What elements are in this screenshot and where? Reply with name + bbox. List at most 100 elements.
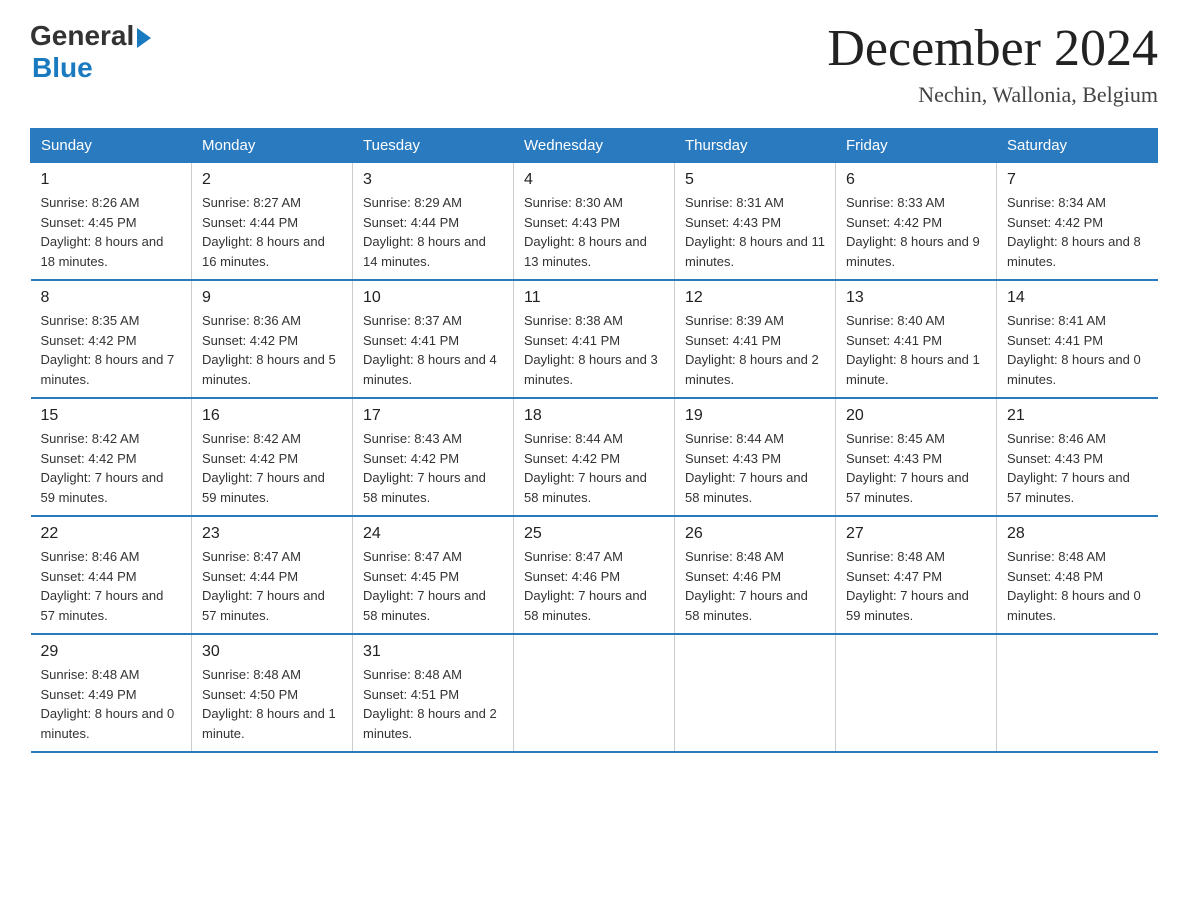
day-info: Sunrise: 8:48 AM Sunset: 4:47 PM Dayligh… xyxy=(846,547,986,625)
day-number: 11 xyxy=(524,289,664,307)
title-block: December 2024 Nechin, Wallonia, Belgium xyxy=(827,20,1158,108)
day-info: Sunrise: 8:43 AM Sunset: 4:42 PM Dayligh… xyxy=(363,429,503,507)
header-monday: Monday xyxy=(192,129,353,163)
day-info: Sunrise: 8:44 AM Sunset: 4:42 PM Dayligh… xyxy=(524,429,664,507)
day-number: 22 xyxy=(41,525,182,543)
day-number: 5 xyxy=(685,171,825,189)
day-info: Sunrise: 8:26 AM Sunset: 4:45 PM Dayligh… xyxy=(41,193,182,271)
day-info: Sunrise: 8:48 AM Sunset: 4:50 PM Dayligh… xyxy=(202,665,342,743)
day-number: 9 xyxy=(202,289,342,307)
day-number: 15 xyxy=(41,407,182,425)
header-wednesday: Wednesday xyxy=(514,129,675,163)
day-info: Sunrise: 8:41 AM Sunset: 4:41 PM Dayligh… xyxy=(1007,311,1148,389)
day-info: Sunrise: 8:48 AM Sunset: 4:48 PM Dayligh… xyxy=(1007,547,1148,625)
day-number: 6 xyxy=(846,171,986,189)
day-info: Sunrise: 8:46 AM Sunset: 4:44 PM Dayligh… xyxy=(41,547,182,625)
calendar-cell xyxy=(997,634,1158,752)
day-info: Sunrise: 8:47 AM Sunset: 4:44 PM Dayligh… xyxy=(202,547,342,625)
calendar-header-row: SundayMondayTuesdayWednesdayThursdayFrid… xyxy=(31,129,1158,163)
calendar-cell: 29 Sunrise: 8:48 AM Sunset: 4:49 PM Dayl… xyxy=(31,634,192,752)
day-info: Sunrise: 8:42 AM Sunset: 4:42 PM Dayligh… xyxy=(202,429,342,507)
day-info: Sunrise: 8:48 AM Sunset: 4:51 PM Dayligh… xyxy=(363,665,503,743)
day-number: 26 xyxy=(685,525,825,543)
calendar-cell: 23 Sunrise: 8:47 AM Sunset: 4:44 PM Dayl… xyxy=(192,516,353,634)
calendar-cell: 5 Sunrise: 8:31 AM Sunset: 4:43 PM Dayli… xyxy=(675,163,836,281)
day-number: 7 xyxy=(1007,171,1148,189)
day-number: 2 xyxy=(202,171,342,189)
calendar-cell: 2 Sunrise: 8:27 AM Sunset: 4:44 PM Dayli… xyxy=(192,163,353,281)
day-info: Sunrise: 8:30 AM Sunset: 4:43 PM Dayligh… xyxy=(524,193,664,271)
day-number: 25 xyxy=(524,525,664,543)
calendar-cell: 27 Sunrise: 8:48 AM Sunset: 4:47 PM Dayl… xyxy=(836,516,997,634)
calendar-cell: 12 Sunrise: 8:39 AM Sunset: 4:41 PM Dayl… xyxy=(675,280,836,398)
day-number: 31 xyxy=(363,643,503,661)
calendar-cell xyxy=(514,634,675,752)
header-tuesday: Tuesday xyxy=(353,129,514,163)
header-sunday: Sunday xyxy=(31,129,192,163)
header-friday: Friday xyxy=(836,129,997,163)
calendar-cell: 19 Sunrise: 8:44 AM Sunset: 4:43 PM Dayl… xyxy=(675,398,836,516)
day-number: 12 xyxy=(685,289,825,307)
day-number: 27 xyxy=(846,525,986,543)
day-number: 16 xyxy=(202,407,342,425)
day-number: 8 xyxy=(41,289,182,307)
day-number: 23 xyxy=(202,525,342,543)
day-number: 4 xyxy=(524,171,664,189)
logo-arrow-icon xyxy=(137,28,151,48)
day-number: 21 xyxy=(1007,407,1148,425)
calendar-cell: 9 Sunrise: 8:36 AM Sunset: 4:42 PM Dayli… xyxy=(192,280,353,398)
calendar-week-row: 8 Sunrise: 8:35 AM Sunset: 4:42 PM Dayli… xyxy=(31,280,1158,398)
calendar-cell: 31 Sunrise: 8:48 AM Sunset: 4:51 PM Dayl… xyxy=(353,634,514,752)
calendar-cell: 6 Sunrise: 8:33 AM Sunset: 4:42 PM Dayli… xyxy=(836,163,997,281)
calendar-cell: 24 Sunrise: 8:47 AM Sunset: 4:45 PM Dayl… xyxy=(353,516,514,634)
calendar-cell: 21 Sunrise: 8:46 AM Sunset: 4:43 PM Dayl… xyxy=(997,398,1158,516)
calendar-cell: 8 Sunrise: 8:35 AM Sunset: 4:42 PM Dayli… xyxy=(31,280,192,398)
day-info: Sunrise: 8:34 AM Sunset: 4:42 PM Dayligh… xyxy=(1007,193,1148,271)
day-number: 1 xyxy=(41,171,182,189)
day-info: Sunrise: 8:44 AM Sunset: 4:43 PM Dayligh… xyxy=(685,429,825,507)
calendar-cell: 26 Sunrise: 8:48 AM Sunset: 4:46 PM Dayl… xyxy=(675,516,836,634)
logo: General Blue xyxy=(30,20,151,84)
calendar-cell: 4 Sunrise: 8:30 AM Sunset: 4:43 PM Dayli… xyxy=(514,163,675,281)
calendar-cell: 16 Sunrise: 8:42 AM Sunset: 4:42 PM Dayl… xyxy=(192,398,353,516)
day-number: 30 xyxy=(202,643,342,661)
calendar-cell: 25 Sunrise: 8:47 AM Sunset: 4:46 PM Dayl… xyxy=(514,516,675,634)
month-title: December 2024 xyxy=(827,20,1158,77)
calendar-cell xyxy=(836,634,997,752)
calendar-cell: 17 Sunrise: 8:43 AM Sunset: 4:42 PM Dayl… xyxy=(353,398,514,516)
day-info: Sunrise: 8:46 AM Sunset: 4:43 PM Dayligh… xyxy=(1007,429,1148,507)
calendar-cell: 7 Sunrise: 8:34 AM Sunset: 4:42 PM Dayli… xyxy=(997,163,1158,281)
day-info: Sunrise: 8:39 AM Sunset: 4:41 PM Dayligh… xyxy=(685,311,825,389)
day-number: 18 xyxy=(524,407,664,425)
day-number: 17 xyxy=(363,407,503,425)
logo-general: General xyxy=(30,20,134,52)
day-info: Sunrise: 8:31 AM Sunset: 4:43 PM Dayligh… xyxy=(685,193,825,271)
calendar-cell: 20 Sunrise: 8:45 AM Sunset: 4:43 PM Dayl… xyxy=(836,398,997,516)
calendar-cell xyxy=(675,634,836,752)
header-saturday: Saturday xyxy=(997,129,1158,163)
location-title: Nechin, Wallonia, Belgium xyxy=(827,82,1158,108)
calendar-cell: 11 Sunrise: 8:38 AM Sunset: 4:41 PM Dayl… xyxy=(514,280,675,398)
logo-blue: Blue xyxy=(32,52,93,84)
calendar-cell: 14 Sunrise: 8:41 AM Sunset: 4:41 PM Dayl… xyxy=(997,280,1158,398)
calendar-week-row: 15 Sunrise: 8:42 AM Sunset: 4:42 PM Dayl… xyxy=(31,398,1158,516)
day-info: Sunrise: 8:27 AM Sunset: 4:44 PM Dayligh… xyxy=(202,193,342,271)
day-number: 24 xyxy=(363,525,503,543)
calendar-cell: 28 Sunrise: 8:48 AM Sunset: 4:48 PM Dayl… xyxy=(997,516,1158,634)
header-thursday: Thursday xyxy=(675,129,836,163)
calendar-week-row: 1 Sunrise: 8:26 AM Sunset: 4:45 PM Dayli… xyxy=(31,163,1158,281)
calendar-cell: 1 Sunrise: 8:26 AM Sunset: 4:45 PM Dayli… xyxy=(31,163,192,281)
day-number: 28 xyxy=(1007,525,1148,543)
day-info: Sunrise: 8:48 AM Sunset: 4:46 PM Dayligh… xyxy=(685,547,825,625)
day-info: Sunrise: 8:29 AM Sunset: 4:44 PM Dayligh… xyxy=(363,193,503,271)
day-number: 13 xyxy=(846,289,986,307)
day-info: Sunrise: 8:47 AM Sunset: 4:45 PM Dayligh… xyxy=(363,547,503,625)
calendar-cell: 22 Sunrise: 8:46 AM Sunset: 4:44 PM Dayl… xyxy=(31,516,192,634)
day-info: Sunrise: 8:48 AM Sunset: 4:49 PM Dayligh… xyxy=(41,665,182,743)
day-info: Sunrise: 8:35 AM Sunset: 4:42 PM Dayligh… xyxy=(41,311,182,389)
day-number: 19 xyxy=(685,407,825,425)
day-info: Sunrise: 8:40 AM Sunset: 4:41 PM Dayligh… xyxy=(846,311,986,389)
day-number: 14 xyxy=(1007,289,1148,307)
calendar-cell: 3 Sunrise: 8:29 AM Sunset: 4:44 PM Dayli… xyxy=(353,163,514,281)
day-info: Sunrise: 8:47 AM Sunset: 4:46 PM Dayligh… xyxy=(524,547,664,625)
